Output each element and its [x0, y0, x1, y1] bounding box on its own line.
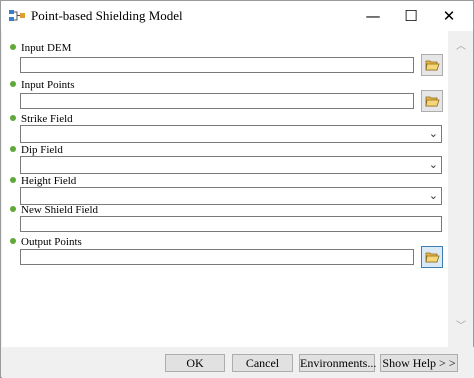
required-bullet-icon	[10, 146, 16, 152]
parameters-panel: Input DEM Input Points Strike Field ⌄ Di…	[2, 31, 448, 347]
vertical-scrollbar[interactable]: ︿ ﹀	[449, 31, 473, 347]
close-button[interactable]: ✕	[429, 1, 469, 31]
maximize-button[interactable]: ☐	[391, 1, 431, 31]
input-dem-browse-button[interactable]	[421, 54, 443, 76]
window-title: Point-based Shielding Model	[31, 8, 183, 23]
button-bar: OK Cancel Environments... Show Help > >	[2, 347, 474, 378]
new-shield-field-input[interactable]	[20, 216, 442, 232]
open-folder-icon	[425, 60, 440, 71]
open-folder-icon	[425, 96, 440, 107]
required-bullet-icon	[10, 44, 16, 50]
show-help-button[interactable]: Show Help > >	[380, 354, 458, 372]
ok-button[interactable]: OK	[165, 354, 225, 372]
required-bullet-icon	[10, 206, 16, 212]
required-bullet-icon	[10, 238, 16, 244]
scroll-down-arrow-icon[interactable]: ﹀	[449, 319, 473, 335]
required-bullet-icon	[10, 81, 16, 87]
cancel-button[interactable]: Cancel	[232, 354, 293, 372]
title-bar[interactable]: Point-based Shielding Model — ☐ ✕	[1, 1, 473, 31]
open-folder-icon	[425, 252, 440, 263]
chevron-down-icon[interactable]: ⌄	[429, 126, 438, 142]
strike-field-dropdown[interactable]: ⌄	[20, 125, 442, 143]
minimize-button[interactable]: —	[353, 1, 393, 31]
tool-dialog: Point-based Shielding Model — ☐ ✕ Input …	[0, 0, 474, 378]
height-field-dropdown[interactable]: ⌄	[20, 187, 442, 205]
environments-button[interactable]: Environments...	[299, 354, 376, 372]
input-points-field[interactable]	[20, 93, 414, 109]
input-points-browse-button[interactable]	[421, 90, 443, 112]
required-bullet-icon	[10, 115, 16, 121]
output-points-field[interactable]	[20, 249, 414, 265]
model-icon	[9, 10, 25, 21]
input-dem-field[interactable]	[20, 57, 414, 73]
dip-field-dropdown[interactable]: ⌄	[20, 156, 442, 174]
input-points-label: Input Points	[10, 79, 74, 92]
required-bullet-icon	[10, 177, 16, 183]
chevron-down-icon[interactable]: ⌄	[429, 188, 438, 204]
output-points-browse-button[interactable]	[421, 246, 443, 268]
output-points-label: Output Points	[10, 236, 82, 249]
input-dem-label: Input DEM	[10, 42, 71, 55]
chevron-down-icon[interactable]: ⌄	[429, 157, 438, 173]
scroll-up-arrow-icon[interactable]: ︿	[449, 39, 473, 55]
